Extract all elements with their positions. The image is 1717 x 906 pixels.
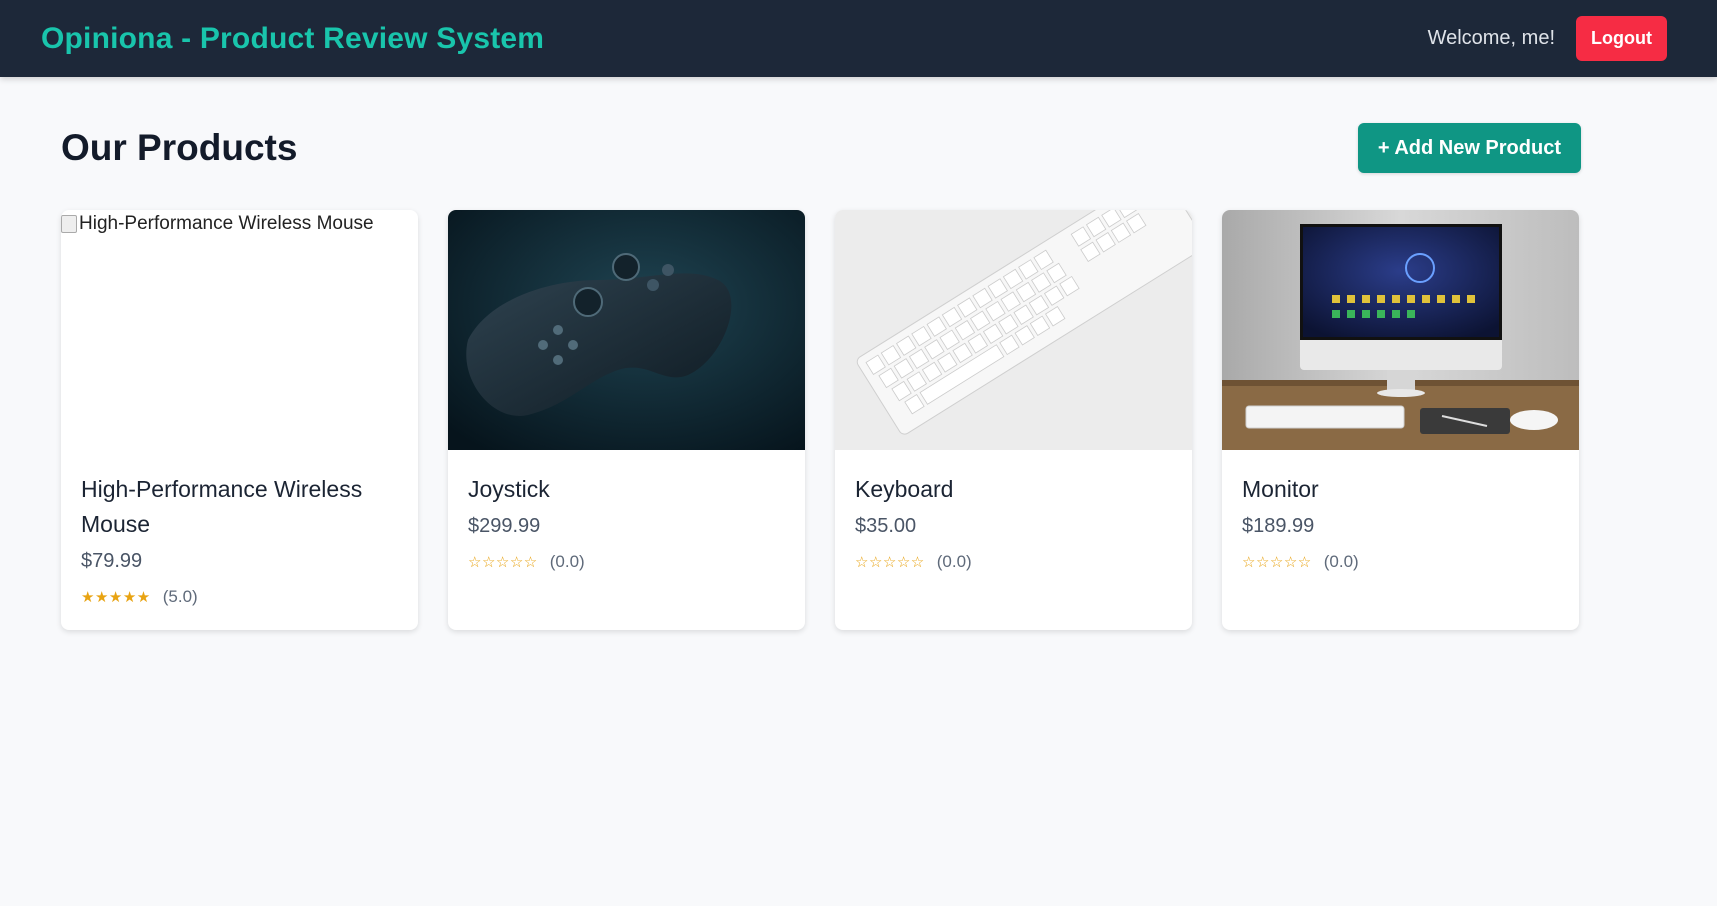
rating-score: (0.0) — [549, 552, 585, 571]
star-rating-icon: ☆☆☆☆☆ — [855, 554, 925, 571]
card-body: High-Performance Wireless Mouse $79.99 ★… — [61, 450, 418, 627]
product-name[interactable]: Joystick — [468, 472, 785, 507]
product-name[interactable]: Monitor — [1242, 472, 1559, 507]
card-body: Joystick $299.99 ☆☆☆☆☆ (0.0) — [448, 450, 805, 592]
rating-score: (0.0) — [936, 552, 972, 571]
product-image-monitor[interactable] — [1222, 210, 1579, 450]
product-image-gamepad[interactable] — [448, 210, 805, 450]
star-rating-icon: ☆☆☆☆☆ — [468, 554, 538, 571]
rating-score: (5.0) — [162, 587, 198, 606]
image-alt-text: High-Performance Wireless Mouse — [79, 213, 374, 234]
product-price: $299.99 — [468, 515, 541, 537]
product-name[interactable]: High-Performance Wireless Mouse — [81, 472, 398, 542]
product-price: $189.99 — [1242, 515, 1315, 537]
product-rating: ★★★★★ (5.0) — [81, 587, 398, 607]
product-rating: ☆☆☆☆☆ (0.0) — [855, 552, 1172, 572]
product-price: $35.00 — [855, 515, 917, 537]
logout-button[interactable]: Logout — [1576, 16, 1667, 61]
user-area: Welcome, me! Logout — [1428, 16, 1667, 61]
card-body: Monitor $189.99 ☆☆☆☆☆ (0.0) — [1222, 450, 1579, 592]
product-price: $79.99 — [81, 550, 143, 572]
product-name[interactable]: Keyboard — [855, 472, 1172, 507]
rating-score: (0.0) — [1323, 552, 1359, 571]
product-image-broken[interactable]: High-Performance Wireless Mouse — [61, 210, 418, 450]
product-card[interactable]: Keyboard $35.00 ☆☆☆☆☆ (0.0) — [835, 210, 1192, 630]
broken-image-icon — [61, 215, 77, 233]
product-grid: High-Performance Wireless Mouse High-Per… — [61, 210, 1656, 630]
star-rating-icon: ★★★★★ — [81, 589, 151, 606]
product-rating: ☆☆☆☆☆ (0.0) — [468, 552, 785, 572]
add-product-button[interactable]: + Add New Product — [1357, 123, 1581, 173]
gamepad-photo — [448, 210, 805, 450]
product-card[interactable]: Joystick $299.99 ☆☆☆☆☆ (0.0) — [448, 210, 805, 630]
product-rating: ☆☆☆☆☆ (0.0) — [1242, 552, 1559, 572]
top-navbar: Opiniona - Product Review System Welcome… — [0, 0, 1717, 77]
monitor-photo — [1222, 210, 1579, 450]
page-title: Our Products — [61, 127, 298, 168]
card-body: Keyboard $35.00 ☆☆☆☆☆ (0.0) — [835, 450, 1192, 592]
keyboard-photo — [835, 210, 1192, 450]
brand-title[interactable]: Opiniona - Product Review System — [41, 22, 544, 56]
product-card[interactable]: Monitor $189.99 ☆☆☆☆☆ (0.0) — [1222, 210, 1579, 630]
star-rating-icon: ☆☆☆☆☆ — [1242, 554, 1312, 571]
product-image-keyboard[interactable] — [835, 210, 1192, 450]
main-content: Our Products + Add New Product High-Perf… — [0, 77, 1717, 630]
welcome-text: Welcome, me! — [1427, 27, 1556, 49]
broken-image-alt: High-Performance Wireless Mouse — [61, 213, 374, 235]
product-card[interactable]: High-Performance Wireless Mouse High-Per… — [61, 210, 418, 630]
page-header: Our Products + Add New Product — [61, 77, 1581, 205]
